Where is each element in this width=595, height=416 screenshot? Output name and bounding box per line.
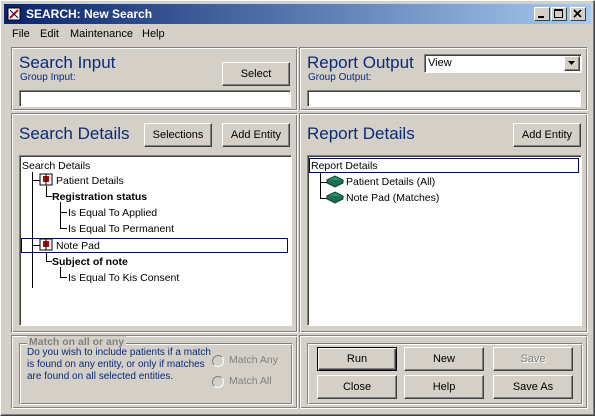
match-description: Do you wish to include patients if a mat… [27, 347, 211, 382]
report-item-patient-details[interactable]: Patient Details (All) [346, 176, 435, 188]
select-button-label: Select [240, 68, 272, 80]
add-entity-button-label: Add Entity [230, 129, 282, 141]
run-button-label: Run [346, 353, 368, 365]
selections-button[interactable]: Selections [144, 123, 212, 147]
report-details-tree[interactable]: Report Details Patient Details (All) Not… [307, 155, 582, 326]
report-tree-root[interactable]: Report Details [311, 160, 378, 172]
report-add-entity-button[interactable]: Add Entity [513, 123, 581, 147]
run-button[interactable]: Run [317, 347, 397, 371]
maximize-icon [554, 9, 563, 18]
tree-line [60, 228, 67, 229]
tree-line [60, 212, 67, 213]
entity-book-icon [39, 173, 53, 186]
report-add-entity-button-label: Add Entity [521, 129, 573, 141]
search-input-title: Search Input [19, 53, 116, 72]
tree-line [46, 186, 47, 196]
report-details-panel: Report Details Add Entity Report Details… [299, 113, 588, 333]
match-any-radio[interactable] [212, 355, 224, 367]
menu-maintenance[interactable]: Maintenance [70, 28, 133, 40]
menu-edit[interactable]: Edit [40, 28, 59, 40]
new-button[interactable]: New [404, 347, 484, 371]
tree-line [60, 277, 67, 278]
search-window: SEARCH: New Search File Edit Maintenance… [0, 0, 595, 416]
add-entity-button[interactable]: Add Entity [222, 123, 290, 147]
maximize-button[interactable] [551, 7, 567, 21]
save-button-label: Save [520, 353, 546, 365]
new-button-label: New [432, 353, 455, 365]
save-as-button-label: Save As [512, 381, 554, 393]
menu-bar: File Edit Maintenance Help [4, 26, 591, 44]
report-item-icon [326, 175, 344, 188]
window-title: SEARCH: New Search [26, 7, 153, 21]
tree-entity-note-pad[interactable]: Note Pad [56, 240, 100, 252]
close-icon [573, 9, 582, 18]
tree-condition-applied[interactable]: Is Equal To Applied [68, 207, 157, 219]
report-details-title: Report Details [307, 124, 415, 143]
tree-line [320, 172, 321, 198]
tree-entity-patient-details[interactable]: Patient Details [56, 175, 124, 187]
group-output-field[interactable] [307, 90, 581, 107]
close-window-button[interactable] [570, 7, 586, 21]
chevron-down-icon [568, 61, 575, 65]
match-all-radio[interactable] [212, 376, 224, 388]
close-button-label: Close [342, 381, 372, 393]
help-button[interactable]: Help [404, 375, 484, 399]
help-button-label: Help [432, 381, 456, 393]
match-panel: Match on all or any Do you wish to inclu… [11, 335, 298, 409]
tree-line [60, 267, 61, 277]
report-item-note-pad[interactable]: Note Pad (Matches) [346, 192, 439, 204]
tree-field-registration-status[interactable]: Registration status [52, 191, 147, 203]
report-item-icon [326, 191, 344, 204]
match-any-label: Match Any [229, 354, 279, 366]
group-input-field[interactable] [19, 90, 291, 107]
tree-field-subject-of-note[interactable]: Subject of note [52, 256, 128, 268]
tree-condition-kis-consent[interactable]: Is Equal To Kis Consent [68, 272, 179, 284]
title-bar: SEARCH: New Search [4, 4, 591, 24]
save-button[interactable]: Save [493, 347, 573, 371]
search-input-panel: Search Input Group Input: Select [11, 47, 298, 111]
match-all-label: Match All [229, 375, 272, 387]
tree-line [60, 202, 61, 228]
search-details-title: Search Details [19, 124, 130, 143]
entity-book-icon [39, 238, 53, 251]
group-input-label: Group Input: [20, 72, 76, 83]
search-details-panel: Search Details Selections Add Entity Sea… [11, 113, 298, 333]
minimize-button[interactable] [534, 7, 550, 21]
group-output-label: Group Output: [308, 72, 372, 83]
report-output-panel: Report Output Group Output: View [299, 47, 588, 111]
actions-panel: Run New Save Close Help Save As [299, 335, 588, 409]
dropdown-button[interactable] [564, 56, 580, 71]
save-as-button[interactable]: Save As [493, 375, 573, 399]
app-icon [7, 7, 21, 21]
selections-button-label: Selections [152, 129, 204, 141]
select-button[interactable]: Select [222, 62, 290, 86]
tree-condition-permanent[interactable]: Is Equal To Permanent [68, 223, 174, 235]
tree-root-search-details[interactable]: Search Details [22, 160, 90, 172]
report-output-dropdown[interactable]: View [424, 54, 582, 73]
search-details-tree[interactable]: Search Details Patient Details Registrat… [19, 155, 292, 326]
menu-help[interactable]: Help [142, 28, 165, 40]
minimize-icon [538, 16, 544, 18]
tree-line [32, 172, 33, 288]
tree-line [46, 252, 47, 261]
menu-file[interactable]: File [12, 28, 30, 40]
report-output-title: Report Output [307, 53, 414, 72]
close-button[interactable]: Close [317, 375, 397, 399]
report-output-dropdown-value: View [428, 57, 452, 69]
